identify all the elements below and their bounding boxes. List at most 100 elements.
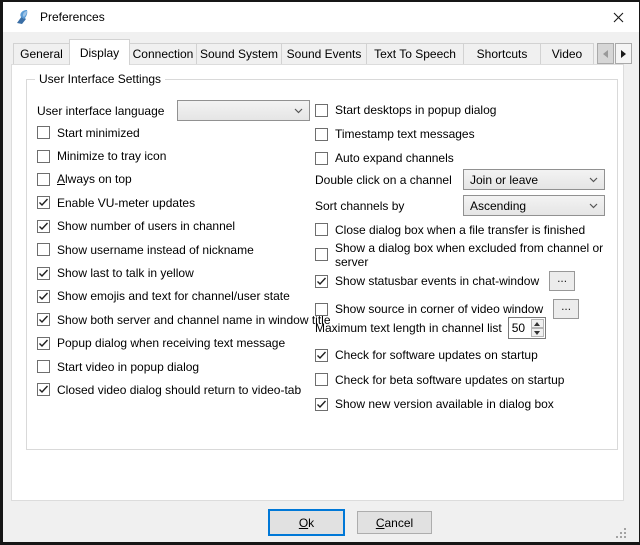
tab[interactable]: General <box>13 43 70 64</box>
tab[interactable]: Display <box>69 39 130 65</box>
resize-grip[interactable] <box>616 528 626 538</box>
checkbox-row[interactable]: Popup dialog when receiving text message <box>37 332 331 355</box>
checkbox-row[interactable]: Minimize to tray icon <box>37 144 331 167</box>
language-select[interactable] <box>177 100 310 121</box>
checkbox-row[interactable]: Start video in popup dialog <box>37 355 331 378</box>
close-button[interactable] <box>608 9 628 26</box>
checkbox[interactable] <box>37 173 50 186</box>
checkbox-row[interactable]: Show username instead of nickname <box>37 238 331 261</box>
ellipsis-button[interactable]: ... <box>553 299 579 319</box>
tab[interactable]: Connection <box>129 43 197 64</box>
checkbox[interactable] <box>37 150 50 163</box>
tab-scroll-left-button[interactable] <box>597 43 614 64</box>
checkbox-label: Check for software updates on startup <box>335 348 538 362</box>
checkbox-label: Show last to talk in yellow <box>57 266 194 280</box>
checkbox-row[interactable]: Show statusbar events in chat-window ... <box>315 267 617 295</box>
checkbox-row[interactable]: Close dialog box when a file transfer is… <box>315 217 617 242</box>
checkbox[interactable] <box>37 337 50 350</box>
double-click-select[interactable]: Join or leave <box>463 169 605 190</box>
checkbox-row[interactable]: Check for software updates on startup <box>315 343 564 368</box>
checkbox[interactable] <box>37 196 50 209</box>
checkbox-label: Timestamp text messages <box>335 127 475 141</box>
checkbox-row[interactable]: Show number of users in channel <box>37 215 331 238</box>
spinner-value[interactable]: 50 <box>509 318 530 338</box>
checkbox[interactable] <box>37 313 50 326</box>
language-row: User interface language <box>37 100 310 121</box>
checkmark-icon <box>38 314 49 325</box>
checkbox[interactable] <box>315 303 328 316</box>
checkbox-label: Start video in popup dialog <box>57 360 199 374</box>
tab[interactable]: Text To Speech <box>366 43 464 64</box>
ok-button[interactable]: Ok <box>268 509 345 536</box>
checkmark-icon <box>38 338 49 349</box>
checkbox[interactable] <box>315 275 328 288</box>
spin-up-button[interactable] <box>531 319 544 328</box>
checkmark-icon <box>38 384 49 395</box>
checkbox[interactable] <box>37 290 50 303</box>
tab-label: Text To Speech <box>374 47 456 61</box>
checkbox[interactable] <box>315 152 328 165</box>
language-label: User interface language <box>37 104 177 118</box>
arrow-right-icon <box>621 50 626 58</box>
tab-label: General <box>20 47 63 61</box>
checkbox-label: Minimize to tray icon <box>57 149 166 163</box>
checkbox[interactable] <box>37 126 50 139</box>
checkbox[interactable] <box>37 243 50 256</box>
double-click-label: Double click on a channel <box>315 173 463 187</box>
checkbox-row[interactable]: Closed video dialog should return to vid… <box>37 378 331 401</box>
checkbox-row[interactable]: Auto expand channels <box>315 146 496 170</box>
titlebar[interactable]: Preferences <box>3 2 639 32</box>
tab[interactable]: Shortcuts <box>463 43 541 64</box>
checkbox-row[interactable]: Always on top <box>37 168 331 191</box>
checkmark-icon <box>38 197 49 208</box>
checkbox-label: Show number of users in channel <box>57 219 235 233</box>
checkbox[interactable] <box>315 398 328 411</box>
spin-down-button[interactable] <box>531 328 544 337</box>
checkbox[interactable] <box>37 267 50 280</box>
checkbox-label: Popup dialog when receiving text message <box>57 336 285 350</box>
checkbox[interactable] <box>37 383 50 396</box>
tab-scroll-right-button[interactable] <box>615 43 632 64</box>
checkbox-row[interactable]: Timestamp text messages <box>315 122 496 146</box>
ellipsis-button[interactable]: ... <box>549 271 575 291</box>
checkbox[interactable] <box>315 373 328 386</box>
chevron-down-icon <box>589 203 598 209</box>
chevron-down-icon <box>294 108 303 114</box>
checkbox-row[interactable]: Show a dialog box when excluded from cha… <box>315 242 617 267</box>
sort-channels-select[interactable]: Ascending <box>463 195 605 216</box>
checkbox[interactable] <box>315 248 328 261</box>
checkbox-label: Start desktops in popup dialog <box>335 103 496 117</box>
tab[interactable]: Video <box>540 43 594 64</box>
checkbox-row[interactable]: Start desktops in popup dialog <box>315 98 496 122</box>
checkbox-label: Show new version available in dialog box <box>335 397 554 411</box>
checkbox[interactable] <box>315 349 328 362</box>
tab[interactable]: Sound System <box>196 43 282 64</box>
checkbox[interactable] <box>37 360 50 373</box>
cancel-button[interactable]: Cancel <box>357 511 432 534</box>
checkbox-row[interactable]: Start minimized <box>37 121 331 144</box>
tab[interactable]: Sound Events <box>281 43 367 64</box>
checkbox-label: Show statusbar events in chat-window <box>335 274 539 288</box>
right-checkbox-list-top: Start desktops in popup dialog Timestamp… <box>315 98 496 170</box>
max-text-length-spinner[interactable]: 50 <box>508 317 546 339</box>
checkbox-label: Show username instead of nickname <box>57 243 254 257</box>
right-checkbox-list-bottom: Check for software updates on startup Ch… <box>315 343 564 417</box>
tab-label: Connection <box>133 47 194 61</box>
checkbox[interactable] <box>315 104 328 117</box>
preferences-dialog: Preferences General Display Connection S… <box>3 2 639 542</box>
checkbox-row[interactable]: Show last to talk in yellow <box>37 261 331 284</box>
checkbox-row[interactable]: Show new version available in dialog box <box>315 392 564 417</box>
checkbox[interactable] <box>315 128 328 141</box>
right-checkbox-list-mid: Close dialog box when a file transfer is… <box>315 217 617 323</box>
chevron-down-icon <box>589 177 598 183</box>
checkbox-row[interactable]: Show emojis and text for channel/user st… <box>37 285 331 308</box>
tab-label: Shortcuts <box>477 47 528 61</box>
checkbox-row[interactable]: Check for beta software updates on start… <box>315 368 564 393</box>
checkbox-row[interactable]: Enable VU-meter updates <box>37 191 331 214</box>
checkbox[interactable] <box>37 220 50 233</box>
app-icon <box>14 9 31 26</box>
checkbox-label: Show source in corner of video window <box>335 302 543 316</box>
checkbox-row[interactable]: Show both server and channel name in win… <box>37 308 331 331</box>
checkbox[interactable] <box>315 223 328 236</box>
spin-down-icon <box>534 331 540 335</box>
